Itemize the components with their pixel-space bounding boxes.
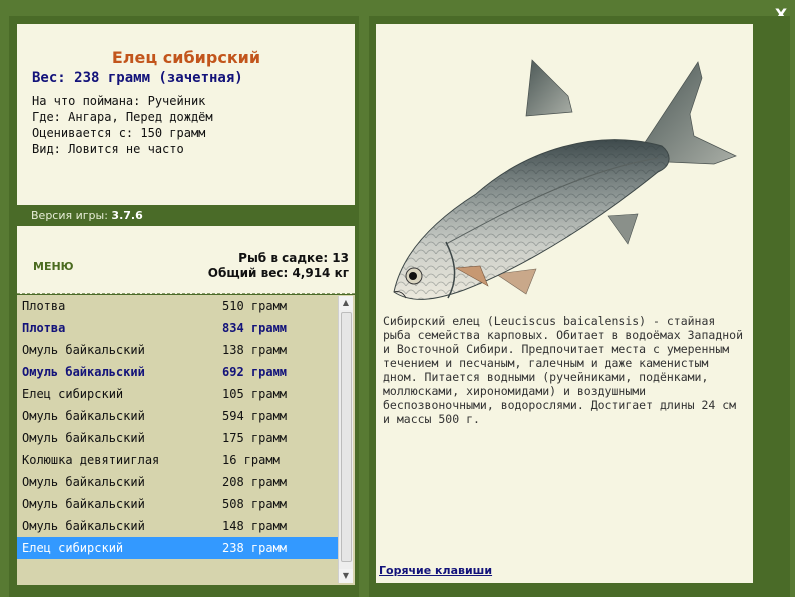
catch-list-row[interactable]: Омуль байкальский 138 грамм (17, 339, 339, 361)
location-text: Где: Ангара, Перед дождём (32, 110, 213, 124)
catch-list-row[interactable]: Омуль байкальский 594 грамм (17, 405, 339, 427)
catch-list[interactable]: Плотва 510 грамм Плотва 834 грамм Омуль байк… (17, 295, 339, 559)
catch-fish-name: Омуль байкальский (22, 431, 145, 445)
fish-image (393, 59, 737, 300)
catch-fish-name: Омуль байкальский (22, 497, 145, 511)
catch-fish-weight: 834 грамм (222, 321, 288, 335)
keepnet-total-weight: Общий вес: 4,914 кг (207, 266, 349, 280)
catch-fish-weight: 510 грамм (222, 299, 288, 313)
catch-fish-name: Омуль байкальский (22, 365, 145, 379)
catch-fish-weight: 16 грамм (222, 453, 280, 467)
catch-list-row[interactable]: Омуль байкальский 148 грамм (17, 515, 339, 537)
catch-list-row[interactable]: Елец сибирский 238 грамм (17, 537, 339, 559)
catch-fish-weight: 138 грамм (222, 343, 288, 357)
catch-list-container: Плотва 510 грамм Плотва 834 грамм Омуль байк… (17, 295, 355, 585)
catch-fish-weight: 692 грамм (222, 365, 288, 379)
catch-list-row[interactable]: Елец сибирский 105 грамм (17, 383, 339, 405)
catch-fish-weight: 175 грамм (222, 431, 288, 445)
version-label: Версия игры: (31, 209, 108, 222)
catch-fish-weight: 148 грамм (222, 519, 288, 533)
fish-info-card: Елец сибирский Вес: 238 грамм (зачетная)… (17, 24, 355, 205)
catch-fish-name: Омуль байкальский (22, 343, 145, 357)
catch-fish-name: Плотва (22, 321, 66, 335)
catch-fish-weight: 594 грамм (222, 409, 288, 423)
catch-fish-weight: 105 грамм (222, 387, 288, 401)
rarity-text: Вид: Ловится не часто (32, 142, 184, 156)
fish-name: Елец сибирский (111, 48, 261, 67)
catch-fish-weight: 238 грамм (222, 541, 288, 555)
catch-list-row[interactable]: Плотва 834 грамм (17, 317, 339, 339)
catch-fish-name: Омуль байкальский (22, 409, 145, 423)
version-bar: Версия игры: 3.7.6 (17, 205, 159, 226)
catch-fish-name: Омуль байкальский (22, 475, 145, 489)
caught-on-text: На что поймана: Ручейник (32, 94, 206, 108)
scroll-thumb[interactable] (341, 312, 352, 562)
version-number: 3.7.6 (111, 209, 143, 222)
scroll-down-icon[interactable]: ▼ (339, 569, 353, 583)
hotkeys-link[interactable]: Горячие клавиши (379, 564, 492, 577)
catch-list-row[interactable]: Колюшка девятииглая 16 грамм (17, 449, 339, 471)
catch-fish-name: Плотва (22, 299, 66, 313)
keepnet-summary: Рыб в садке: 13 Общий вес: 4,914 кг (208, 251, 349, 281)
catch-fish-name: Елец сибирский (22, 541, 124, 555)
catch-fish-weight: 508 грамм (222, 497, 288, 511)
catch-list-row[interactable]: Плотва 510 грамм (17, 295, 339, 317)
catch-fish-name: Омуль байкальский (22, 519, 145, 533)
value-text: Оценивается с: 150 грамм (32, 126, 206, 140)
scroll-up-icon[interactable]: ▲ (339, 296, 353, 310)
catch-list-row[interactable]: Омуль байкальский 692 грамм (17, 361, 339, 383)
scrollbar[interactable]: ▲ ▼ (338, 296, 353, 583)
menu-button[interactable]: МЕНЮ (33, 260, 74, 273)
keepnet-card: МЕНЮ Рыб в садке: 13 Общий вес: 4,914 кг (17, 226, 355, 294)
catch-list-row[interactable]: Омуль байкальский 508 грамм (17, 493, 339, 515)
catch-list-row[interactable]: Омуль байкальский 175 грамм (17, 427, 339, 449)
catch-list-row[interactable]: Омуль байкальский 208 грамм (17, 471, 339, 493)
catch-fish-name: Елец сибирский (22, 387, 124, 401)
fish-description-card: Сибирский елец (Leuciscus baicalensis) -… (376, 24, 753, 583)
fish-weight: Вес: 238 грамм (зачетная) (32, 70, 243, 86)
keepnet-count: Рыб в садке: 13 (238, 251, 349, 265)
catch-fish-weight: 208 грамм (222, 475, 288, 489)
catch-fish-name: Колюшка девятииглая (22, 453, 160, 467)
fish-description: Сибирский елец (Leuciscus baicalensis) -… (383, 314, 744, 426)
